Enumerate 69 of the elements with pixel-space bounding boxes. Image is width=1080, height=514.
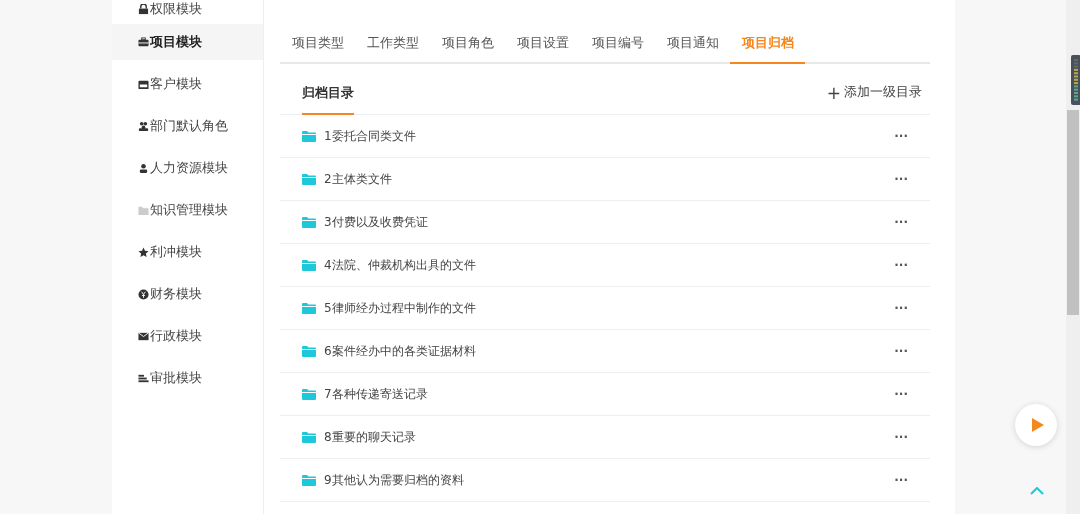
- folder-name: 6案件经办中的各类证据材料: [324, 342, 477, 360]
- sidebar-item[interactable]: 财务模块: [112, 276, 263, 312]
- folder-row[interactable]: 6案件经办中的各类证据材料 ···: [280, 330, 930, 373]
- folder-icon: [302, 431, 316, 443]
- folder-name: 7各种传递寄送记录: [324, 385, 429, 403]
- folder-name: 8重要的聊天记录: [324, 428, 417, 446]
- folder-row[interactable]: 2主体类文件 ···: [280, 158, 930, 201]
- sidebar-item[interactable]: 权限模块: [112, 0, 263, 18]
- folder-icon: [302, 345, 316, 357]
- sidebar-item[interactable]: 知识管理模块: [112, 192, 263, 228]
- group-icon: [138, 120, 149, 132]
- folder-row[interactable]: 8重要的聊天记录 ···: [280, 416, 930, 459]
- more-button[interactable]: ···: [894, 215, 908, 229]
- more-button[interactable]: ···: [894, 301, 908, 315]
- more-button[interactable]: ···: [894, 258, 908, 272]
- more-button[interactable]: ···: [894, 430, 908, 444]
- section-tab[interactable]: 归档目录: [302, 85, 354, 115]
- play-button[interactable]: [1015, 404, 1057, 446]
- level-meter-drawing: [1071, 55, 1080, 105]
- scrollbar[interactable]: [1066, 0, 1080, 514]
- sidebar-item[interactable]: 客户模块: [112, 66, 263, 102]
- sidebar-item[interactable]: 审批模块: [112, 360, 263, 396]
- tab[interactable]: 项目角色: [430, 26, 505, 64]
- folder-name: 4法院、仲裁机构出具的文件: [324, 256, 477, 274]
- tab[interactable]: 项目编号: [580, 26, 655, 64]
- more-button[interactable]: ···: [894, 344, 908, 358]
- folder-name: 5律师经办过程中制作的文件: [324, 299, 477, 317]
- folder-icon: [302, 259, 316, 271]
- tab[interactable]: 项目通知: [655, 26, 730, 64]
- folder-row[interactable]: 3付费以及收费凭证 ···: [280, 201, 930, 244]
- folder-row[interactable]: 5律师经办过程中制作的文件 ···: [280, 287, 930, 330]
- folder-icon: [302, 388, 316, 400]
- more-button[interactable]: ···: [894, 172, 908, 186]
- folder-icon: [302, 216, 316, 228]
- sidebar-item[interactable]: 项目模块: [112, 24, 263, 60]
- tab[interactable]: 项目设置: [505, 26, 580, 64]
- sidebar-item[interactable]: 利冲模块: [112, 234, 263, 270]
- sidebar-item[interactable]: 行政模块: [112, 318, 263, 354]
- scrollbar-thumb[interactable]: [1067, 110, 1079, 315]
- folder-row[interactable]: 9其他认为需要归档的资料 ···: [280, 459, 930, 502]
- bars-icon: [138, 372, 149, 384]
- folder-icon: [138, 204, 149, 216]
- folder-icon: [302, 173, 316, 185]
- folder-name: 1委托合同类文件: [324, 127, 417, 145]
- briefcase-icon: [138, 36, 149, 48]
- sidebar-item[interactable]: 人力资源模块: [112, 150, 263, 186]
- more-button[interactable]: ···: [894, 129, 908, 143]
- star-icon: [138, 246, 149, 258]
- folder-row[interactable]: 4法院、仲裁机构出具的文件 ···: [280, 244, 930, 287]
- folder-row[interactable]: 1委托合同类文件 ···: [280, 115, 930, 158]
- folder-icon: [302, 474, 316, 486]
- folder-icon: [302, 130, 316, 142]
- sidebar-item[interactable]: 部门默认角色: [112, 108, 263, 144]
- more-button[interactable]: ···: [894, 473, 908, 487]
- lock-icon: [138, 3, 149, 15]
- yen-icon: [138, 288, 149, 300]
- folder-icon: [302, 302, 316, 314]
- tab[interactable]: 项目类型: [280, 26, 355, 64]
- folder-name: 3付费以及收费凭证: [324, 213, 429, 231]
- play-icon: [1031, 418, 1044, 432]
- card-icon: [138, 78, 149, 90]
- mail-icon: [138, 330, 149, 342]
- folder-name: 9其他认为需要归档的资料: [324, 471, 465, 489]
- folder-name: 2主体类文件: [324, 170, 393, 188]
- folder-row[interactable]: 7各种传递寄送记录 ···: [280, 373, 930, 416]
- more-button[interactable]: ···: [894, 387, 908, 401]
- tab[interactable]: 工作类型: [355, 26, 430, 64]
- chevron-up-icon[interactable]: [1030, 487, 1044, 495]
- person-icon: [138, 162, 149, 174]
